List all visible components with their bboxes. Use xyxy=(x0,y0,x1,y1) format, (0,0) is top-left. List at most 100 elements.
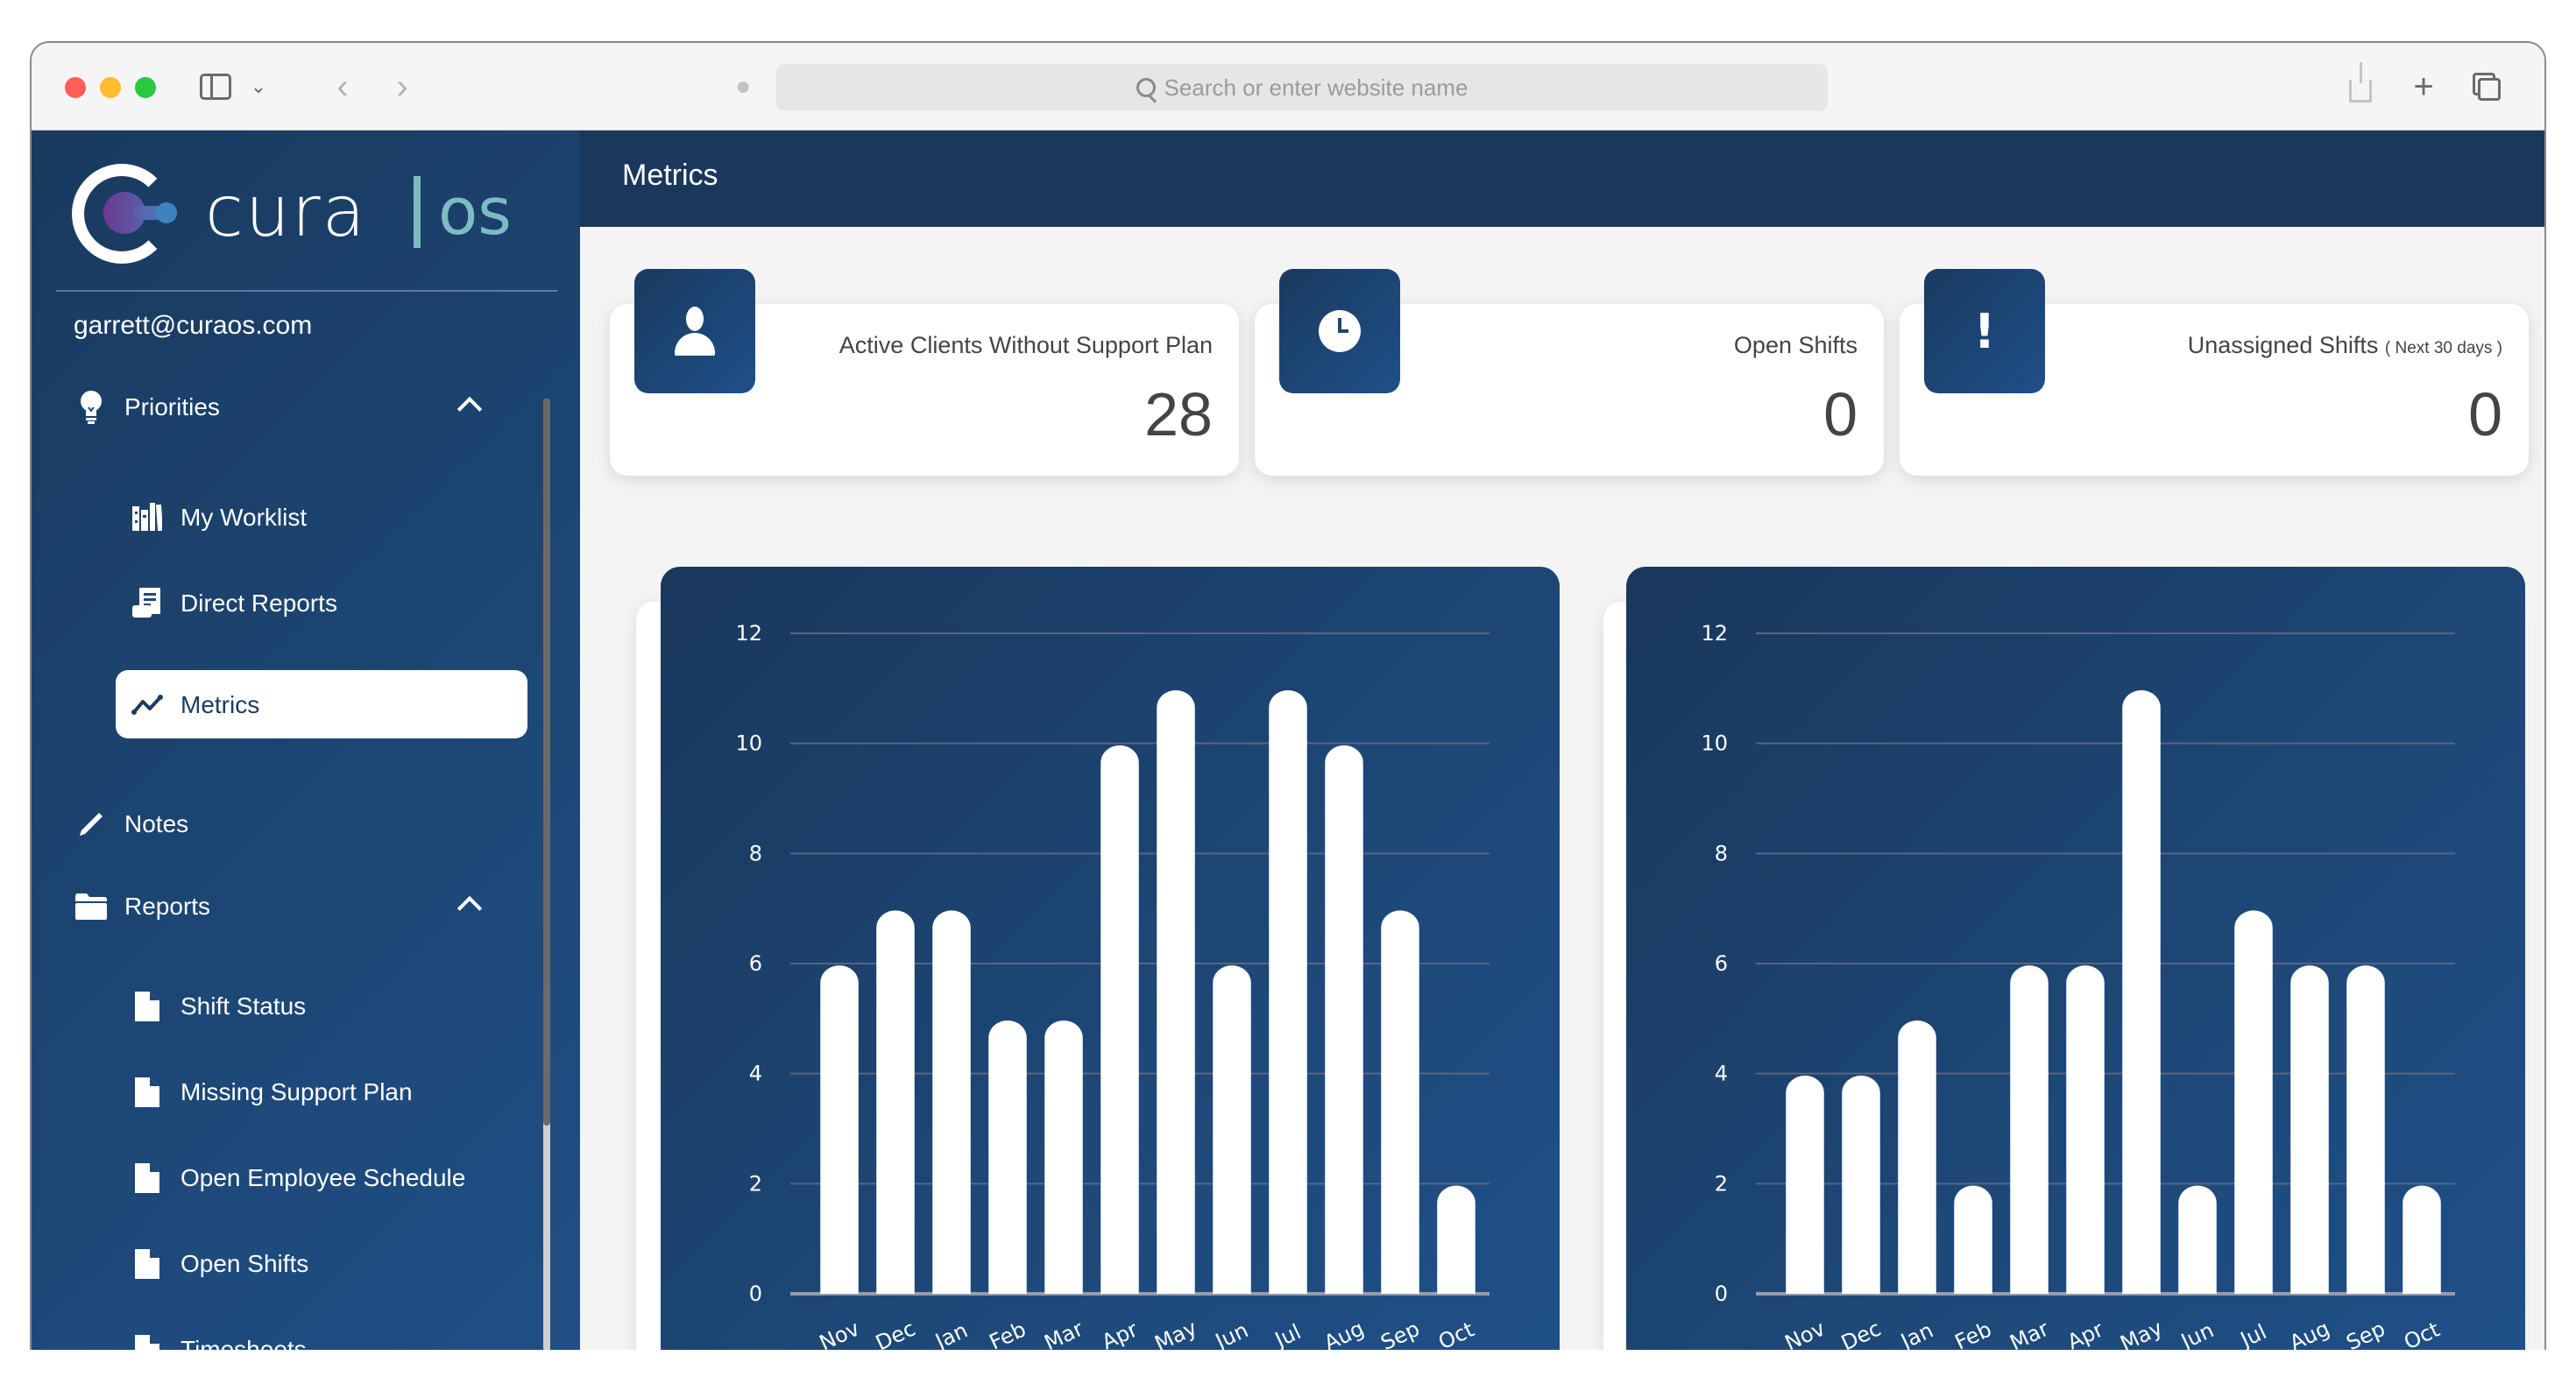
sidebar-item-label: Open Shifts xyxy=(180,1250,309,1277)
sidebar-item-open-employee-schedule[interactable]: Open Employee Schedule xyxy=(130,1161,465,1196)
forward-icon[interactable]: › xyxy=(389,67,415,106)
brand-separator xyxy=(414,176,421,248)
sidebar-item-metrics[interactable]: Metrics xyxy=(130,688,259,723)
metric-card-active-clients[interactable]: Active Clients Without Support Plan 28 xyxy=(610,269,1239,476)
x-tick-label: Jul xyxy=(1270,1319,1305,1350)
x-tick-label: Nov xyxy=(1781,1316,1829,1350)
main-content: Metrics Active Clients Without Support P… xyxy=(580,131,2544,1350)
sidebar-item-open-shifts[interactable]: Open Shifts xyxy=(130,1246,308,1282)
bar-feb xyxy=(1954,1185,1992,1294)
bar-dec xyxy=(876,910,915,1294)
sidebar-section-reports[interactable]: Reports xyxy=(74,889,210,924)
bar-aug xyxy=(2290,965,2329,1294)
x-tick-label: Aug xyxy=(2286,1316,2333,1350)
evernote-extension-icon[interactable]: ● xyxy=(725,69,761,104)
x-tick-label: Oct xyxy=(1434,1317,1477,1350)
metric-card-open-shifts[interactable]: Open Shifts 0 xyxy=(1255,269,1884,476)
x-tick-label: Jul xyxy=(2235,1319,2270,1350)
bar-oct xyxy=(2403,1185,2441,1294)
back-icon[interactable]: ‹ xyxy=(329,67,356,106)
x-tick-label: Mar xyxy=(2006,1317,2053,1350)
y-tick-label: 8 xyxy=(1715,841,1728,865)
url-placeholder: Search or enter website name xyxy=(1164,74,1468,101)
collapse-reports-icon[interactable] xyxy=(456,891,482,917)
bar-jul xyxy=(2234,910,2273,1294)
bar-jan xyxy=(1898,1020,1936,1294)
file-icon xyxy=(130,1246,165,1282)
page-title: Metrics xyxy=(622,159,718,192)
metric-card-unassigned-shifts[interactable]: ! Unassigned Shifts ( Next 30 days ) 0 xyxy=(1900,269,2529,476)
x-tick-label: Feb xyxy=(986,1317,1030,1350)
y-tick-label: 4 xyxy=(749,1062,762,1086)
logo-dot xyxy=(156,202,177,223)
bar-apr xyxy=(2066,965,2105,1294)
metric-card-sublabel: ( Next 30 days ) xyxy=(2384,339,2502,357)
sidebar-section-notes[interactable]: Notes xyxy=(74,807,188,842)
page-header: Metrics xyxy=(580,131,2544,227)
bar-chart-2: 0 2 4 6 8 10 12 Nov Dec Jan Feb Mar Apr May Jun Jul Aug S… xyxy=(1626,567,2525,1350)
x-tick-label: Jan xyxy=(931,1317,972,1350)
tab-overview-icon[interactable] xyxy=(2469,69,2504,104)
brand-logo[interactable]: cura os xyxy=(72,157,527,271)
sidebar-scrollbar-thumb[interactable] xyxy=(543,399,550,1126)
sidebar-item-label: Open Employee Schedule xyxy=(180,1164,466,1191)
metric-card-label-text: Open Shifts xyxy=(1733,332,1858,358)
brand-name: cura xyxy=(205,171,367,252)
y-tick-label: 6 xyxy=(1715,951,1728,976)
x-tick-label: Sep xyxy=(1377,1317,1424,1350)
x-tick-label: Jun xyxy=(2176,1317,2218,1350)
maximize-window-button[interactable] xyxy=(135,77,156,98)
bar-dec xyxy=(1842,1075,1880,1294)
file-icon xyxy=(130,989,165,1024)
sidebar-item-label: Metrics xyxy=(180,691,260,718)
collapse-priorities-icon[interactable] xyxy=(456,392,482,418)
bar-chart-2-svg: 0 2 4 6 8 10 12 Nov Dec Jan Feb Mar Apr May Jun Jul Aug S… xyxy=(1701,621,2455,1350)
sidebar-item-label: Missing Support Plan xyxy=(180,1078,413,1105)
x-tick-label: Aug xyxy=(1320,1316,1368,1350)
pencil-icon xyxy=(74,807,109,842)
share-icon[interactable] xyxy=(2345,62,2376,104)
trend-line-icon xyxy=(130,688,165,723)
bar-mar xyxy=(1044,1020,1083,1294)
x-tick-label: Dec xyxy=(872,1316,919,1350)
sidebar-item-missing-support-plan[interactable]: Missing Support Plan xyxy=(130,1075,413,1110)
browser-toolbar: ⌄ ‹ › ● Search or enter website name + xyxy=(32,43,2544,131)
file-icon xyxy=(130,1161,165,1196)
file-icon xyxy=(130,1075,165,1110)
metric-card-label-text: Unassigned Shifts xyxy=(2187,332,2379,358)
x-tick-label: Nov xyxy=(816,1316,863,1350)
bar-sep xyxy=(2346,965,2385,1294)
clock-icon xyxy=(1279,269,1400,393)
url-bar[interactable]: Search or enter website name xyxy=(776,64,1828,111)
sidebar-item-shift-status[interactable]: Shift Status xyxy=(130,989,306,1024)
sidebar-section-label: Priorities xyxy=(124,393,220,420)
sidebar-toggle-icon[interactable] xyxy=(198,69,233,104)
bar-sep xyxy=(1381,910,1419,1294)
person-icon xyxy=(634,269,755,393)
bar-apr xyxy=(1100,745,1139,1294)
bar-chart-1: 0 2 4 6 8 10 12 Nov Dec Jan Feb Mar Apr May Jun Jul Aug S… xyxy=(661,567,1560,1350)
y-tick-label: 12 xyxy=(1701,621,1728,646)
sidebar-item-timesheets[interactable]: Timesheets xyxy=(130,1332,307,1350)
x-tick-label: Jan xyxy=(1896,1317,1937,1350)
sidebar-item-direct-reports[interactable]: Direct Reports xyxy=(130,586,337,621)
sidebar-section-priorities[interactable]: Priorities xyxy=(74,390,220,425)
direct-reports-icon xyxy=(130,586,165,621)
chevron-down-icon[interactable]: ⌄ xyxy=(245,69,272,104)
sidebar-item-label: My Worklist xyxy=(180,504,308,531)
metric-card-value: 0 xyxy=(2468,380,2502,448)
close-window-button[interactable] xyxy=(65,77,86,98)
new-tab-icon[interactable]: + xyxy=(2408,67,2439,106)
y-tick-label: 4 xyxy=(1715,1062,1728,1086)
sidebar-item-label: Timesheets xyxy=(180,1336,307,1350)
x-tick-label: Apr xyxy=(2063,1317,2107,1350)
y-tick-label: 12 xyxy=(735,621,762,646)
bar-jan xyxy=(932,910,971,1294)
bar-nov xyxy=(1786,1075,1824,1294)
metric-card-label: Open Shifts xyxy=(1734,332,1858,359)
bar-aug xyxy=(1325,745,1363,1294)
sidebar-item-label: Direct Reports xyxy=(180,590,337,617)
sidebar-item-my-worklist[interactable]: My Worklist xyxy=(130,500,307,535)
sidebar-item-label: Shift Status xyxy=(180,992,307,1020)
minimize-window-button[interactable] xyxy=(100,77,121,98)
